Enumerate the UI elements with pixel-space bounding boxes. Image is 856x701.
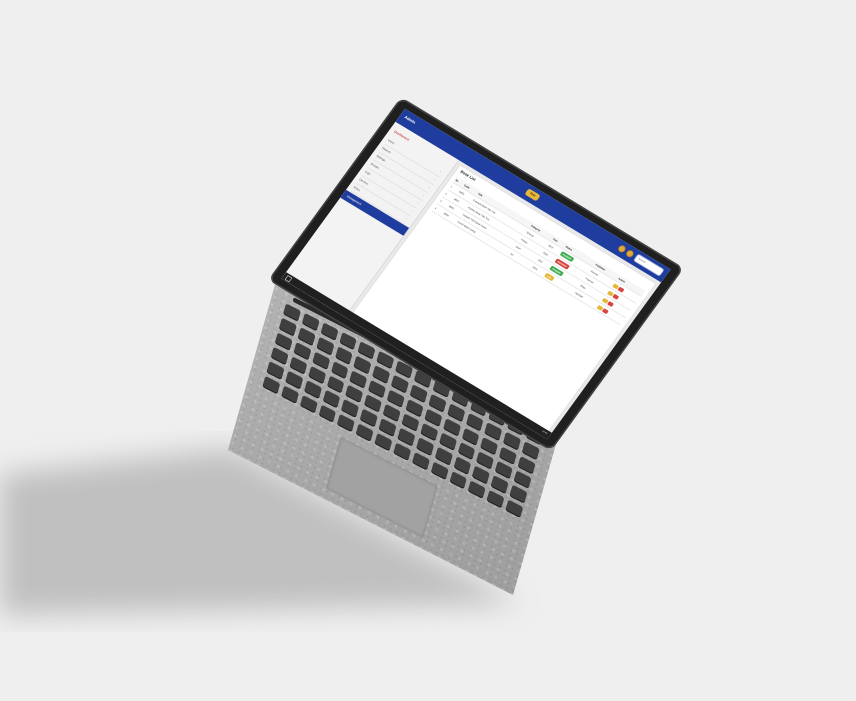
chevron-icon: › [416,200,420,205]
chevron-icon: › [439,169,443,174]
clock: 10:45 [541,429,549,436]
brand-logo[interactable]: Admin [403,115,416,125]
delete-button[interactable] [607,300,615,307]
chevron-icon: › [422,193,426,197]
start-icon[interactable] [284,275,293,283]
status-badge: Lost [543,272,555,282]
delete-button[interactable] [602,308,610,315]
user-icon[interactable] [624,248,636,259]
chevron-icon: › [433,177,437,182]
chevron-icon: › [427,185,432,190]
photo-scene: Admin Data Search Dashboard Users › Repor… [0,0,856,701]
chevron-icon: › [410,208,415,213]
chevron-icon: › [405,216,409,221]
delete-button[interactable] [612,293,620,300]
top-button[interactable]: Data [524,188,541,202]
delete-button[interactable] [617,286,625,293]
